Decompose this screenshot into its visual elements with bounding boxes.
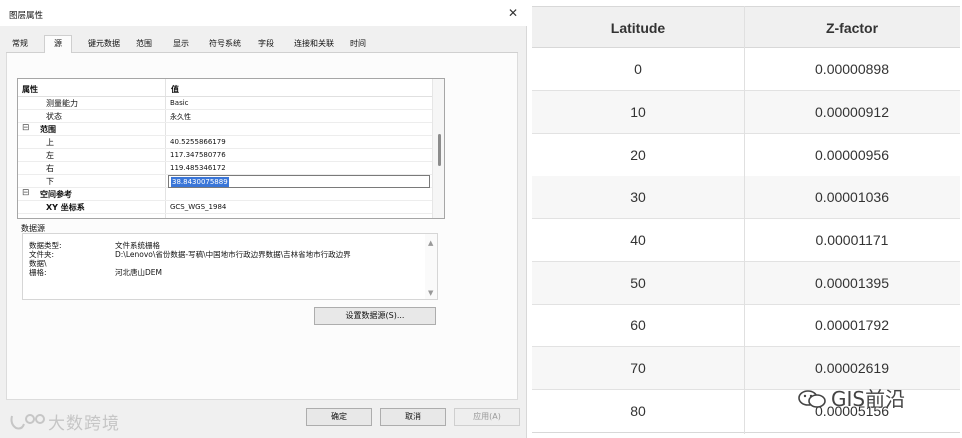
watermark-text: 大数跨境	[48, 414, 120, 434]
cell-latitude: 20	[630, 147, 646, 163]
table-row: 20 0.00000956	[532, 134, 960, 177]
datasource-scrollbar[interactable]: ▲ ▼	[425, 234, 437, 299]
z-factor-table: Latitude Z-factor 0 0.00000898 10 0.0000…	[532, 6, 960, 434]
tab-extent[interactable]: 范围	[134, 37, 154, 53]
tab-key-metadata[interactable]: 键元数据	[86, 37, 122, 53]
grid-scrollbar-thumb[interactable]	[438, 134, 441, 166]
grid-row[interactable]: 右 119.485346172	[18, 162, 432, 175]
grid-category-row[interactable]: ⊟ 范围	[18, 123, 432, 136]
cell-z-factor: 0.00000912	[815, 104, 889, 120]
cell-z-factor: 0.00001792	[815, 317, 889, 333]
tab-symbology[interactable]: 符号系统	[207, 37, 243, 53]
apply-button[interactable]: 应用(A)	[454, 408, 520, 426]
grid-header: 属性 值	[18, 79, 432, 97]
grid-row-key: 左	[46, 151, 54, 160]
grid-header-property: 属性	[22, 85, 38, 94]
table-column-divider	[744, 6, 745, 434]
table-row: 60 0.00001792	[532, 304, 960, 347]
table-row: 50 0.00001395	[532, 262, 960, 305]
grid-row-key: 测量能力	[46, 99, 78, 108]
grid-row[interactable]: XY 坐标系 GCS_WGS_1984	[18, 201, 432, 214]
grid-row-value: GCS_WGS_1984	[170, 203, 227, 211]
table-row: 10 0.00000912	[532, 91, 960, 134]
datasource-key: 栅格:	[29, 268, 47, 277]
cell-z-factor: 0.00001395	[815, 275, 889, 291]
cell-latitude: 30	[630, 189, 646, 205]
cancel-button[interactable]: 取消	[380, 408, 446, 426]
grid-row-value: 119.485346172	[170, 164, 226, 172]
cell-latitude: 80	[630, 403, 646, 419]
watermark-logo-icon	[8, 412, 48, 432]
layer-properties-dialog: 图层属性 ✕ 常规 源 键元数据 范围 显示 符号系统 字段 连接和关联 时间 …	[0, 0, 527, 438]
grid-row-key: 上	[46, 138, 54, 147]
ok-button[interactable]: 确定	[306, 408, 372, 426]
grid-row-value: 40.5255866179	[170, 138, 226, 146]
grid-row-editing[interactable]: 下 38.8430075889	[18, 175, 432, 188]
grid-category-label: 空间参考	[40, 190, 72, 199]
header-latitude: Latitude	[610, 20, 666, 36]
scroll-down-icon[interactable]: ▼	[428, 289, 433, 297]
grid-row-key: XY 坐标系	[46, 203, 85, 212]
grid-row-key: 右	[46, 164, 54, 173]
cell-z-factor: 0.00001036	[815, 189, 889, 205]
wechat-icon	[797, 389, 827, 409]
cell-latitude: 0	[634, 61, 642, 77]
cell-z-factor: 0.00000898	[815, 61, 889, 77]
cell-latitude: 60	[630, 317, 646, 333]
cell-latitude: 70	[630, 360, 646, 376]
cell-latitude: 10	[630, 104, 646, 120]
grid-row[interactable]: 上 40.5255866179	[18, 136, 432, 149]
grid-row[interactable]: 测量能力 Basic	[18, 97, 432, 110]
selected-text: 38.8430075889	[171, 177, 229, 187]
table-row: 0 0.00000898	[532, 48, 960, 91]
tab-general[interactable]: 常规	[10, 37, 30, 53]
table-row: 30 0.00001036	[532, 176, 960, 219]
grid-row-key: 下	[46, 177, 54, 186]
collapse-icon[interactable]: ⊟	[22, 123, 30, 133]
header-z-factor: Z-factor	[825, 20, 879, 36]
bottom-value-input[interactable]: 38.8430075889	[168, 175, 430, 188]
grid-header-value: 值	[171, 85, 179, 94]
tab-time[interactable]: 时间	[348, 37, 368, 53]
datasource-value: D:\Lenovo\省份数据-写稿\中国地市行政边界数据\吉林省地市行政边界	[115, 250, 351, 259]
grid-row[interactable]: 状态 永久性	[18, 110, 432, 123]
grid-scrollbar[interactable]	[432, 79, 444, 218]
close-icon[interactable]: ✕	[508, 6, 518, 20]
title-bar: 图层属性 ✕	[0, 0, 527, 26]
scroll-up-icon[interactable]: ▲	[428, 239, 433, 247]
grid-row-key: 状态	[46, 112, 62, 121]
tab-joins-relates[interactable]: 连接和关联	[292, 37, 336, 53]
tab-fields[interactable]: 字段	[256, 37, 276, 53]
collapse-icon[interactable]: ⊟	[22, 188, 30, 198]
table-watermark: GIS前沿	[797, 383, 905, 412]
grid-category-row[interactable]: ⊟ 空间参考	[18, 188, 432, 201]
cell-z-factor: 0.00001171	[815, 232, 889, 248]
grid-row[interactable]: 左 117.347580776	[18, 149, 432, 162]
cell-latitude: 50	[630, 275, 646, 291]
watermark: 大数跨境	[8, 409, 120, 434]
tab-source[interactable]: 源	[44, 35, 72, 54]
cell-latitude: 40	[630, 232, 646, 248]
table-header: Latitude Z-factor	[532, 6, 960, 48]
table-row: 40 0.00001171	[532, 219, 960, 262]
tab-strip: 常规 源 键元数据 范围 显示 符号系统 字段 连接和关联 时间	[6, 35, 518, 54]
tab-display[interactable]: 显示	[171, 37, 191, 53]
property-grid[interactable]: 属性 值 测量能力 Basic 状态 永久性 ⊟ 范围 上 40.5255866…	[17, 78, 445, 219]
grid-row-value: 永久性	[170, 113, 191, 121]
cell-z-factor: 0.00000956	[815, 147, 889, 163]
grid-category-label: 范围	[40, 125, 56, 134]
grid-row-value: 117.347580776	[170, 151, 226, 159]
table-watermark-text: GIS前沿	[831, 387, 906, 411]
grid-row-value: Basic	[170, 99, 189, 107]
set-datasource-button[interactable]: 设置数据源(S)...	[314, 307, 436, 325]
dialog-title: 图层属性	[9, 11, 44, 21]
datasource-box: 数据类型: 文件系统栅格 文件夹: D:\Lenovo\省份数据-写稿\中国地市…	[22, 233, 438, 300]
datasource-value: 河北唐山DEM	[115, 268, 162, 277]
